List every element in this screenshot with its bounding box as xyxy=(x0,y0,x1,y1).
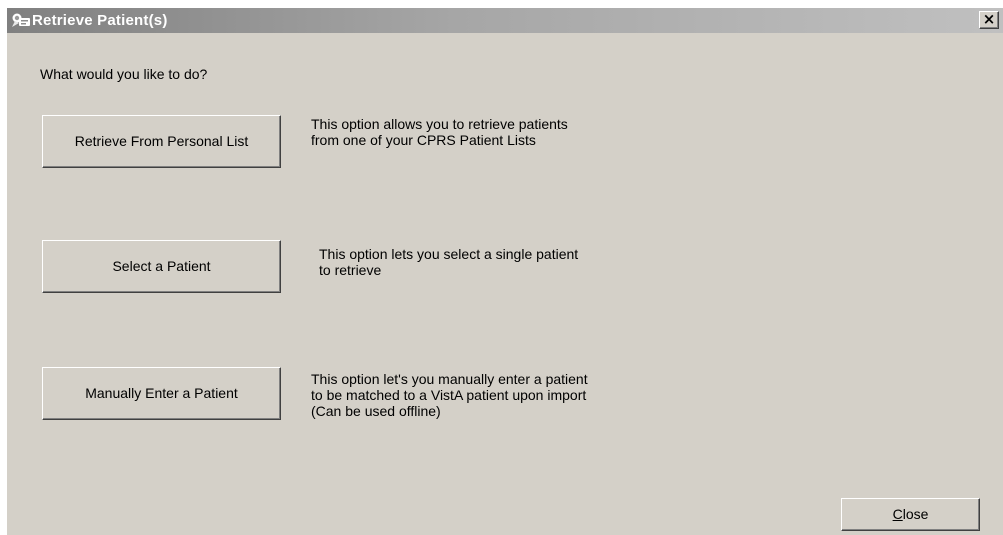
select-patient-description: This option lets you select a single pat… xyxy=(319,246,579,278)
close-mnemonic: C xyxy=(892,506,903,522)
window-title: Retrieve Patient(s) xyxy=(32,12,168,29)
title-bar[interactable]: Retrieve Patient(s) × xyxy=(7,8,1003,33)
retrieve-patients-dialog: Retrieve Patient(s) × What would you lik… xyxy=(7,8,1003,535)
close-button[interactable]: Close xyxy=(841,498,980,531)
manually-enter-a-patient-button[interactable]: Manually Enter a Patient xyxy=(42,367,281,420)
prompt-text: What would you like to do? xyxy=(40,66,208,82)
patient-retrieve-icon xyxy=(11,12,31,28)
window-close-button[interactable]: × xyxy=(979,11,999,29)
select-a-patient-button[interactable]: Select a Patient xyxy=(42,240,281,293)
close-label-rest: lose xyxy=(902,506,929,522)
manual-entry-description: This option let's you manually enter a p… xyxy=(311,371,588,419)
retrieve-from-personal-list-button[interactable]: Retrieve From Personal List xyxy=(42,115,281,168)
personal-list-description: This option allows you to retrieve patie… xyxy=(311,116,568,148)
